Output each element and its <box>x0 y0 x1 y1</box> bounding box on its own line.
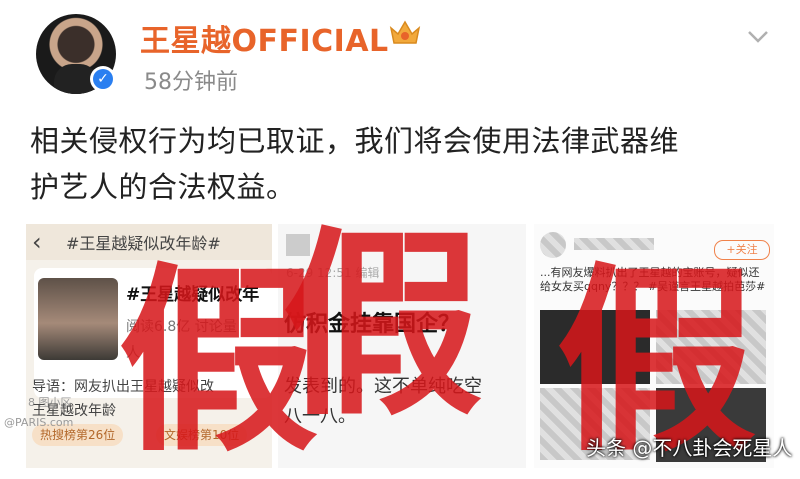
back-arrow-icon: ‹ <box>32 228 42 256</box>
verified-check-icon: ✓ <box>93 69 113 89</box>
vip-crown-icon <box>389 20 421 44</box>
fake-stamp-2: 假 <box>282 208 483 443</box>
post-time: 58分钟前 <box>144 70 238 95</box>
post-header: ✓ 王星越OFFICIAL 58分钟前 <box>0 0 800 110</box>
post-text-line-2: 护艺人的合法权益。 <box>30 170 296 204</box>
source-watermark: 头条 @不八卦会死星人 <box>586 436 793 460</box>
username[interactable]: 王星越OFFICIAL <box>140 16 389 60</box>
post-text: 相关侵权行为均已取证，我们将会使用法律武器维 护艺人的合法权益。 <box>30 118 770 210</box>
chevron-down-icon[interactable] <box>746 24 770 48</box>
site-watermark: @PARIS.com <box>4 416 74 429</box>
verified-badge: ✓ <box>90 66 116 92</box>
post-text-line-1: 相关侵权行为均已取证，我们将会使用法律武器维 <box>30 124 680 158</box>
topic-photo <box>38 278 118 360</box>
